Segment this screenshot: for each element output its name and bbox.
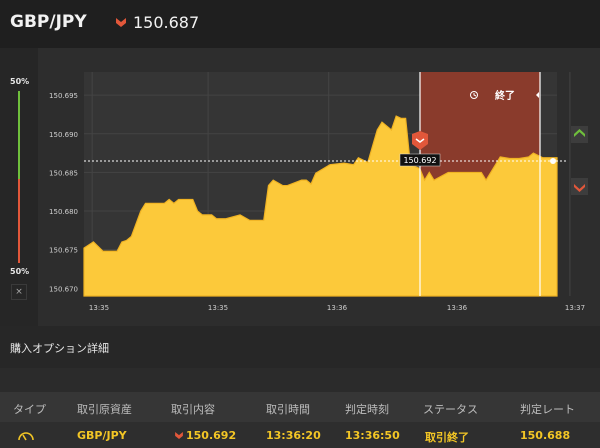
low-button[interactable] [571,178,588,195]
row-asset: GBP/JPY [77,429,127,442]
y-tick-label: 150.690 [49,131,78,139]
up-arrow-icon [574,129,585,137]
header-status: ステータス [423,403,478,416]
x-tick-label: 13:35 [89,304,109,312]
gauge-icon [18,432,34,441]
y-tick-label: 150.695 [49,92,78,100]
y-tick-label: 150.670 [49,285,78,293]
header-content: 取引内容 [171,403,215,416]
y-tick-label: 150.680 [49,208,78,216]
x-tick-label: 13:36 [447,304,468,312]
header-judge-rate: 判定レート [520,403,575,416]
down-arrow-icon [574,184,585,192]
end-label: 終了 [495,89,515,102]
header-type: タイプ [13,403,46,416]
y-tick-label: 150.675 [49,247,78,255]
current-price-dot [550,158,556,164]
row-judge-time: 13:36:50 [345,429,400,442]
header-trade-time: 取引時間 [266,403,310,416]
row-status: 取引終了 [425,431,469,444]
y-tick-label: 150.685 [49,169,78,177]
header-asset: 取引原資産 [77,403,132,416]
x-tick-label: 13:36 [327,304,348,312]
price-label: 150.692 [403,156,436,165]
row-judge-rate: 150.688 [520,429,571,442]
header-judge-time: 判定時刻 [345,403,389,416]
x-tick-label: 13:35 [208,304,228,312]
row-content: 150.692 [186,429,237,442]
down-arrow-icon [175,432,183,439]
section-title: 購入オプション詳細 [10,342,109,355]
high-button[interactable] [571,126,588,143]
row-trade-time: 13:36:20 [266,429,321,442]
x-tick-label: 13:37 [565,304,585,312]
table-spacer [0,368,600,392]
